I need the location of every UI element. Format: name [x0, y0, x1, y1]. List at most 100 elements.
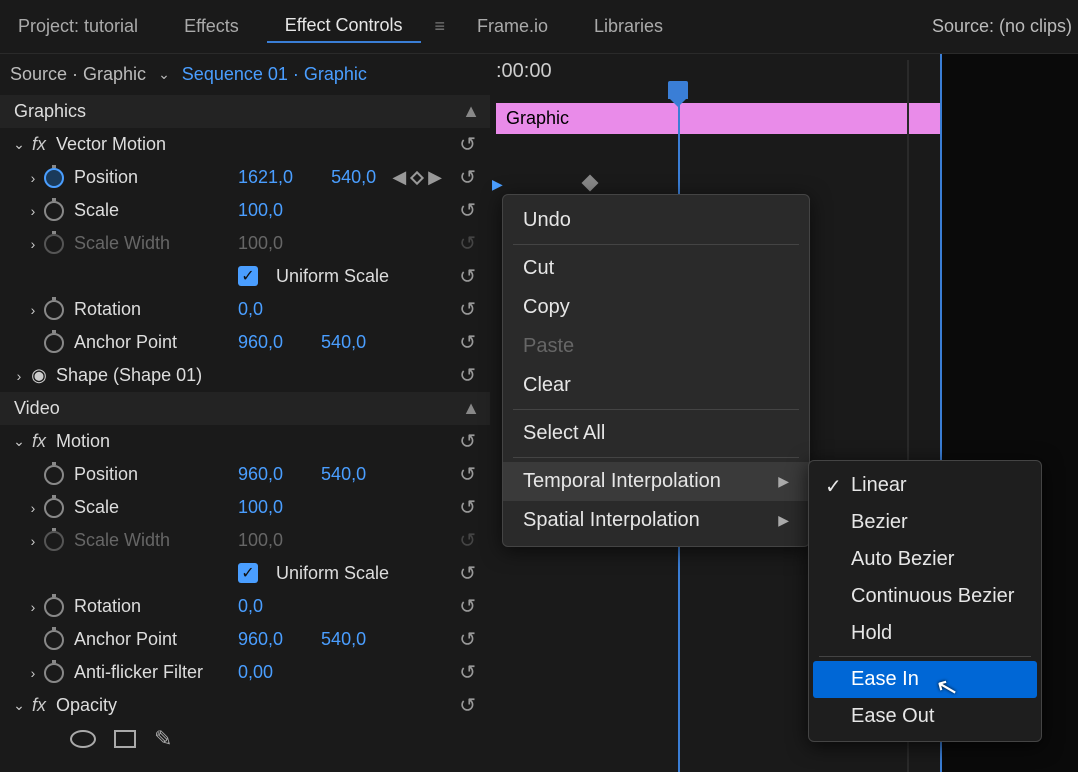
- pen-mask-icon[interactable]: ✎: [154, 726, 172, 752]
- twirl-right-icon[interactable]: ›: [22, 599, 44, 615]
- menu-separator: [513, 457, 799, 458]
- twirl-right-icon[interactable]: ›: [8, 368, 30, 384]
- reset-icon[interactable]: ↺: [459, 297, 476, 322]
- reset-icon[interactable]: ↺: [459, 330, 476, 355]
- twirl-right-icon[interactable]: ›: [22, 236, 44, 252]
- anchor-y-value[interactable]: 540,0: [321, 332, 366, 353]
- twirl-right-icon[interactable]: ›: [22, 665, 44, 681]
- collapse-up-icon[interactable]: ▲: [462, 101, 480, 122]
- keyframe-start-icon[interactable]: ▶: [492, 176, 503, 193]
- menu-clear[interactable]: Clear: [503, 366, 809, 405]
- reset-icon[interactable]: ↺: [459, 363, 476, 388]
- menu-separator: [513, 244, 799, 245]
- collapse-up-icon[interactable]: ▲: [462, 398, 480, 419]
- submenu-auto-bezier[interactable]: Auto Bezier: [809, 541, 1041, 578]
- submenu-bezier[interactable]: Bezier: [809, 504, 1041, 541]
- stopwatch-icon[interactable]: [44, 498, 64, 518]
- prev-keyframe-icon[interactable]: ◀: [392, 167, 406, 188]
- group-label: Vector Motion: [56, 134, 166, 155]
- twirl-down-icon[interactable]: ⌄: [8, 697, 30, 714]
- rotation-value[interactable]: 0,0: [238, 596, 263, 617]
- menu-temporal-interpolation[interactable]: Temporal Interpolation ▶: [503, 462, 809, 501]
- menu-cut[interactable]: Cut: [503, 249, 809, 288]
- scale-width-value: 100,0: [238, 233, 283, 254]
- fx-icon[interactable]: fx: [30, 695, 48, 716]
- reset-icon[interactable]: ↺: [459, 264, 476, 289]
- submenu-hold[interactable]: Hold: [809, 615, 1041, 652]
- next-keyframe-icon[interactable]: ▶: [428, 167, 442, 188]
- tab-libraries[interactable]: Libraries: [576, 11, 681, 42]
- section-video[interactable]: Video ▲: [0, 392, 490, 425]
- submenu-ease-in[interactable]: Ease In: [813, 661, 1037, 698]
- reset-icon[interactable]: ↺: [459, 165, 476, 190]
- stopwatch-icon[interactable]: [44, 168, 64, 188]
- twirl-down-icon[interactable]: ⌄: [8, 136, 30, 153]
- keyframe-nav[interactable]: ◀ ▶: [392, 167, 442, 188]
- anchor-x-value[interactable]: 960,0: [238, 629, 283, 650]
- position-x-value[interactable]: 960,0: [238, 464, 283, 485]
- section-graphics[interactable]: Graphics ▲: [0, 95, 490, 128]
- reset-icon[interactable]: ↺: [459, 462, 476, 487]
- stopwatch-icon[interactable]: [44, 465, 64, 485]
- keyframe-marker-icon[interactable]: [582, 175, 599, 192]
- twirl-right-icon[interactable]: ›: [22, 302, 44, 318]
- rect-mask-icon[interactable]: [114, 730, 136, 748]
- uniform-scale-checkbox[interactable]: ✓: [238, 563, 258, 583]
- twirl-right-icon[interactable]: ›: [22, 500, 44, 516]
- tab-project[interactable]: Project: tutorial: [0, 11, 156, 42]
- group-vector-motion[interactable]: ⌄ fx Vector Motion ↺: [0, 128, 490, 161]
- reset-icon: ↺: [459, 528, 476, 553]
- menu-spatial-interpolation[interactable]: Spatial Interpolation ▶: [503, 501, 809, 540]
- stopwatch-icon[interactable]: [44, 333, 64, 353]
- reset-icon[interactable]: ↺: [459, 627, 476, 652]
- submenu-ease-out[interactable]: Ease Out: [809, 698, 1041, 735]
- stopwatch-icon[interactable]: [44, 663, 64, 683]
- stopwatch-icon[interactable]: [44, 201, 64, 221]
- tab-frame-io[interactable]: Frame.io: [459, 11, 566, 42]
- position-y-value[interactable]: 540,0: [331, 167, 376, 188]
- menu-undo[interactable]: Undo: [503, 201, 809, 240]
- menu-select-all[interactable]: Select All: [503, 414, 809, 453]
- reset-icon[interactable]: ↺: [459, 132, 476, 157]
- fx-icon[interactable]: fx: [30, 134, 48, 155]
- stopwatch-icon[interactable]: [44, 300, 64, 320]
- reset-icon[interactable]: ↺: [459, 594, 476, 619]
- menu-copy[interactable]: Copy: [503, 288, 809, 327]
- anchor-y-value[interactable]: 540,0: [321, 629, 366, 650]
- panel-menu-icon[interactable]: ≡: [431, 16, 450, 37]
- twirl-down-icon[interactable]: ⌄: [8, 433, 30, 450]
- submenu-continuous-bezier[interactable]: Continuous Bezier: [809, 578, 1041, 615]
- sequence-name[interactable]: Sequence 01 · Graphic: [182, 64, 367, 85]
- fx-icon[interactable]: fx: [30, 431, 48, 452]
- scale-value[interactable]: 100,0: [238, 497, 283, 518]
- reset-icon[interactable]: ↺: [459, 429, 476, 454]
- reset-icon[interactable]: ↺: [459, 660, 476, 685]
- tab-effects[interactable]: Effects: [166, 11, 257, 42]
- stopwatch-icon[interactable]: [44, 597, 64, 617]
- add-keyframe-icon[interactable]: [410, 170, 424, 184]
- reset-icon[interactable]: ↺: [459, 495, 476, 520]
- group-opacity[interactable]: ⌄ fx Opacity ↺: [0, 689, 490, 722]
- reset-icon[interactable]: ↺: [459, 693, 476, 718]
- position-y-value[interactable]: 540,0: [321, 464, 366, 485]
- twirl-right-icon[interactable]: ›: [22, 533, 44, 549]
- reset-icon[interactable]: ↺: [459, 198, 476, 223]
- scale-value[interactable]: 100,0: [238, 200, 283, 221]
- eye-icon[interactable]: ◉: [30, 365, 48, 386]
- rotation-value[interactable]: 0,0: [238, 299, 263, 320]
- tab-effect-controls[interactable]: Effect Controls: [267, 10, 421, 43]
- group-shape[interactable]: › ◉ Shape (Shape 01) ↺: [0, 359, 490, 392]
- twirl-right-icon[interactable]: ›: [22, 203, 44, 219]
- submenu-linear[interactable]: Linear: [809, 467, 1041, 504]
- position-x-value[interactable]: 1621,0: [238, 167, 293, 188]
- chevron-down-icon[interactable]: ⌄: [158, 66, 170, 83]
- twirl-right-icon[interactable]: ›: [22, 170, 44, 186]
- uniform-scale-checkbox[interactable]: ✓: [238, 266, 258, 286]
- reset-icon[interactable]: ↺: [459, 561, 476, 586]
- stopwatch-icon[interactable]: [44, 630, 64, 650]
- source-clip-name[interactable]: Source · Graphic: [10, 64, 146, 85]
- ellipse-mask-icon[interactable]: [70, 730, 96, 748]
- group-motion[interactable]: ⌄ fx Motion ↺: [0, 425, 490, 458]
- anti-flicker-value[interactable]: 0,00: [238, 662, 273, 683]
- anchor-x-value[interactable]: 960,0: [238, 332, 283, 353]
